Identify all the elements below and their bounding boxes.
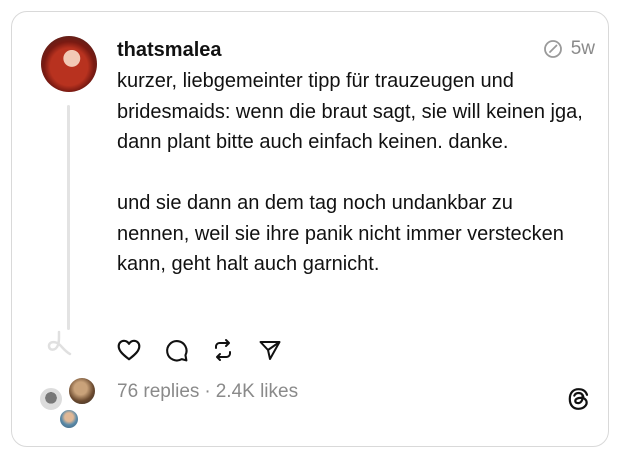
heart-icon	[117, 339, 141, 361]
author-username[interactable]: thatsmalea	[117, 39, 222, 62]
post-meta: 5w	[543, 38, 595, 60]
threads-logo-icon[interactable]	[566, 386, 592, 412]
replier-avatar	[38, 386, 64, 412]
reply-button[interactable]	[162, 336, 190, 364]
repost-button[interactable]	[209, 336, 237, 364]
action-bar	[115, 336, 284, 364]
likes-count[interactable]: 2.4K likes	[216, 381, 298, 403]
replier-avatar	[58, 408, 80, 430]
edited-icon	[543, 40, 562, 58]
thread-loop-icon	[47, 330, 72, 356]
replier-avatar	[67, 376, 97, 406]
stats-separator: ·	[204, 381, 211, 402]
author-avatar[interactable]	[41, 36, 97, 92]
send-icon	[259, 341, 281, 360]
replies-count[interactable]: 76 replies	[117, 381, 199, 403]
like-button[interactable]	[115, 336, 143, 364]
post-paragraph-2: und sie dann an dem tag noch undankbar z…	[117, 192, 564, 275]
post-paragraph-1: kurzer, liebgemeinter tipp für trauzeuge…	[117, 70, 583, 153]
thread-line	[67, 105, 70, 330]
post-timestamp[interactable]: 5w	[571, 38, 595, 60]
comment-icon	[165, 339, 188, 361]
share-button[interactable]	[256, 336, 284, 364]
post-body: kurzer, liebgemeinter tipp für trauzeuge…	[117, 66, 587, 280]
repost-icon	[215, 339, 231, 361]
replier-avatars	[36, 376, 100, 432]
post-stats: 76 replies · 2.4K likes	[117, 381, 298, 403]
